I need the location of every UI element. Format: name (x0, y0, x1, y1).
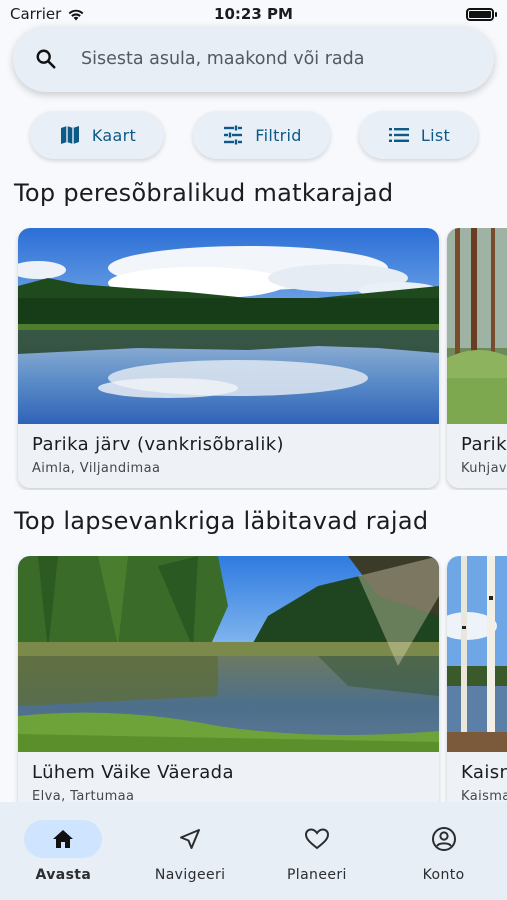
search-input[interactable] (81, 49, 441, 69)
trail-photo (447, 228, 507, 424)
trail-card[interactable]: Kaisn Kaisma (447, 556, 507, 816)
filters-button-label: Filtrid (255, 125, 302, 145)
account-icon (431, 827, 456, 851)
trail-title: Parik (461, 434, 507, 455)
nav-item-explore[interactable]: Avasta (0, 802, 127, 900)
section-title: Top peresõbralikud matkarajad (14, 179, 394, 207)
search-bar[interactable] (13, 26, 494, 92)
status-bar: Carrier 10:23 PM (0, 0, 507, 28)
carrier-label: Carrier (10, 5, 62, 23)
trail-photo (18, 556, 439, 752)
list-icon (388, 128, 409, 142)
list-button-label: List (420, 125, 451, 145)
bottom-navigation: Avasta Navigeeri Planeeri Konto (0, 802, 507, 900)
filters-button[interactable]: Filtrid (193, 111, 330, 159)
nav-label: Navigeeri (154, 867, 226, 883)
nav-label: Konto (422, 867, 465, 883)
nav-indicator (151, 820, 229, 858)
tune-icon (224, 125, 243, 145)
nav-item-navigate[interactable]: Navigeeri (127, 802, 254, 900)
trail-title: Lühem Väike Väerada (32, 762, 234, 783)
nav-item-plan[interactable]: Planeeri (254, 802, 381, 900)
trail-card[interactable]: Parik Kuhjav (447, 228, 507, 488)
list-button[interactable]: List (359, 111, 478, 159)
card-carousel[interactable]: Parika järv (vankrisõbralik) Aimla, Vilj… (0, 228, 507, 490)
heart-icon (304, 828, 329, 850)
card-carousel[interactable]: Lühem Väike Väerada Elva, Tartumaa Kaisn… (0, 556, 507, 818)
trail-location: Aimla, Viljandimaa (32, 461, 161, 476)
trail-location: Kuhjav (461, 461, 507, 476)
trail-card[interactable]: Parika järv (vankrisõbralik) Aimla, Vilj… (18, 228, 439, 488)
battery-icon (466, 7, 497, 21)
nav-indicator (24, 820, 103, 858)
map-icon (60, 126, 79, 144)
wifi-icon (68, 9, 84, 20)
trail-title: Parika järv (vankrisõbralik) (32, 434, 284, 455)
map-button[interactable]: Kaart (30, 111, 164, 159)
navigation-icon (180, 829, 201, 849)
nav-item-account[interactable]: Konto (380, 802, 507, 900)
carrier-group: Carrier (10, 5, 85, 23)
nav-indicator (405, 820, 483, 858)
trail-photo (447, 556, 507, 752)
home-icon (53, 830, 74, 848)
search-icon (36, 49, 56, 69)
nav-label: Avasta (35, 867, 92, 883)
trail-photo (18, 228, 439, 424)
section-title: Top lapsevankriga läbitavad rajad (14, 507, 429, 535)
trail-title: Kaisn (461, 762, 507, 783)
map-button-label: Kaart (91, 125, 137, 145)
nav-indicator (278, 820, 356, 858)
trail-card[interactable]: Lühem Väike Väerada Elva, Tartumaa (18, 556, 439, 816)
nav-label: Planeeri (286, 867, 347, 883)
